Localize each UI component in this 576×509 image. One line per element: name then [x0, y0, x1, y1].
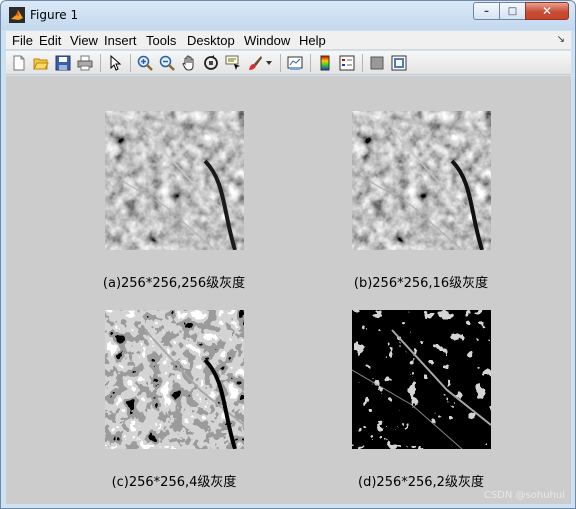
menu-insert[interactable]: Insert: [104, 33, 137, 48]
title-bar[interactable]: Figure 1 – □ ✕: [1, 1, 575, 30]
menu-tools[interactable]: Tools: [146, 33, 176, 48]
menu-bar: File Edit View Insert Tools Desktop Wind…: [6, 31, 571, 50]
new-figure-icon[interactable]: [10, 54, 28, 72]
menu-edit[interactable]: Edit: [39, 33, 61, 48]
caption-4-levels: (c)256*256,4级灰度: [111, 475, 237, 490]
data-cursor-icon[interactable]: [224, 54, 242, 72]
image-16-levels: [352, 111, 491, 250]
dock-arrow-icon[interactable]: ↘: [557, 34, 565, 45]
menu-desktop[interactable]: Desktop: [187, 33, 235, 48]
menu-view[interactable]: View: [70, 33, 98, 48]
menu-help[interactable]: Help: [299, 33, 326, 48]
toolbar-separator: [100, 54, 101, 72]
toolbar-separator: [280, 54, 281, 72]
edit-plot-icon[interactable]: [106, 54, 124, 72]
brush-dropdown-icon[interactable]: [264, 54, 274, 72]
toolbar-separator: [130, 54, 131, 72]
image-4-levels: [105, 310, 244, 449]
hide-plot-tools-icon[interactable]: [368, 54, 386, 72]
zoom-in-icon[interactable]: [136, 54, 154, 72]
pan-icon[interactable]: [180, 54, 198, 72]
legend-icon[interactable]: [338, 54, 356, 72]
brush-icon[interactable]: [246, 54, 264, 72]
rotate-3d-icon[interactable]: [202, 54, 220, 72]
figure-canvas: (a)256*256,256级灰度 (b)256*256,16级灰度 (c)25…: [6, 76, 571, 504]
maximize-button[interactable]: □: [499, 2, 525, 20]
caption-2-levels: (d)256*256,2级灰度: [358, 475, 484, 490]
image-2-levels: [352, 310, 491, 449]
window-title: Figure 1: [30, 8, 79, 22]
print-icon[interactable]: [76, 54, 94, 72]
toolbar-separator: [362, 54, 363, 72]
zoom-out-icon[interactable]: [158, 54, 176, 72]
caption-buttons: – □ ✕: [473, 2, 569, 21]
menu-window[interactable]: Window: [244, 33, 290, 48]
watermark: CSDN @sohuhui: [483, 490, 565, 501]
figure-toolbar: [6, 51, 571, 75]
close-button[interactable]: ✕: [525, 2, 569, 20]
minimize-button[interactable]: –: [473, 2, 499, 20]
caption-16-levels: (b)256*256,16级灰度: [353, 276, 489, 291]
image-256-levels: [105, 111, 244, 250]
menu-file[interactable]: File: [12, 33, 33, 48]
save-icon[interactable]: [54, 54, 72, 72]
show-plot-tools-icon[interactable]: [390, 54, 408, 72]
toolbar-separator: [310, 54, 311, 72]
matlab-logo-icon: [9, 7, 25, 23]
figure-window: Figure 1 – □ ✕ File Edit View Insert Too…: [0, 0, 576, 509]
link-plot-icon[interactable]: [286, 54, 304, 72]
colorbar-icon[interactable]: [316, 54, 334, 72]
open-file-icon[interactable]: [32, 54, 50, 72]
caption-256-levels: (a)256*256,256级灰度: [102, 276, 246, 291]
